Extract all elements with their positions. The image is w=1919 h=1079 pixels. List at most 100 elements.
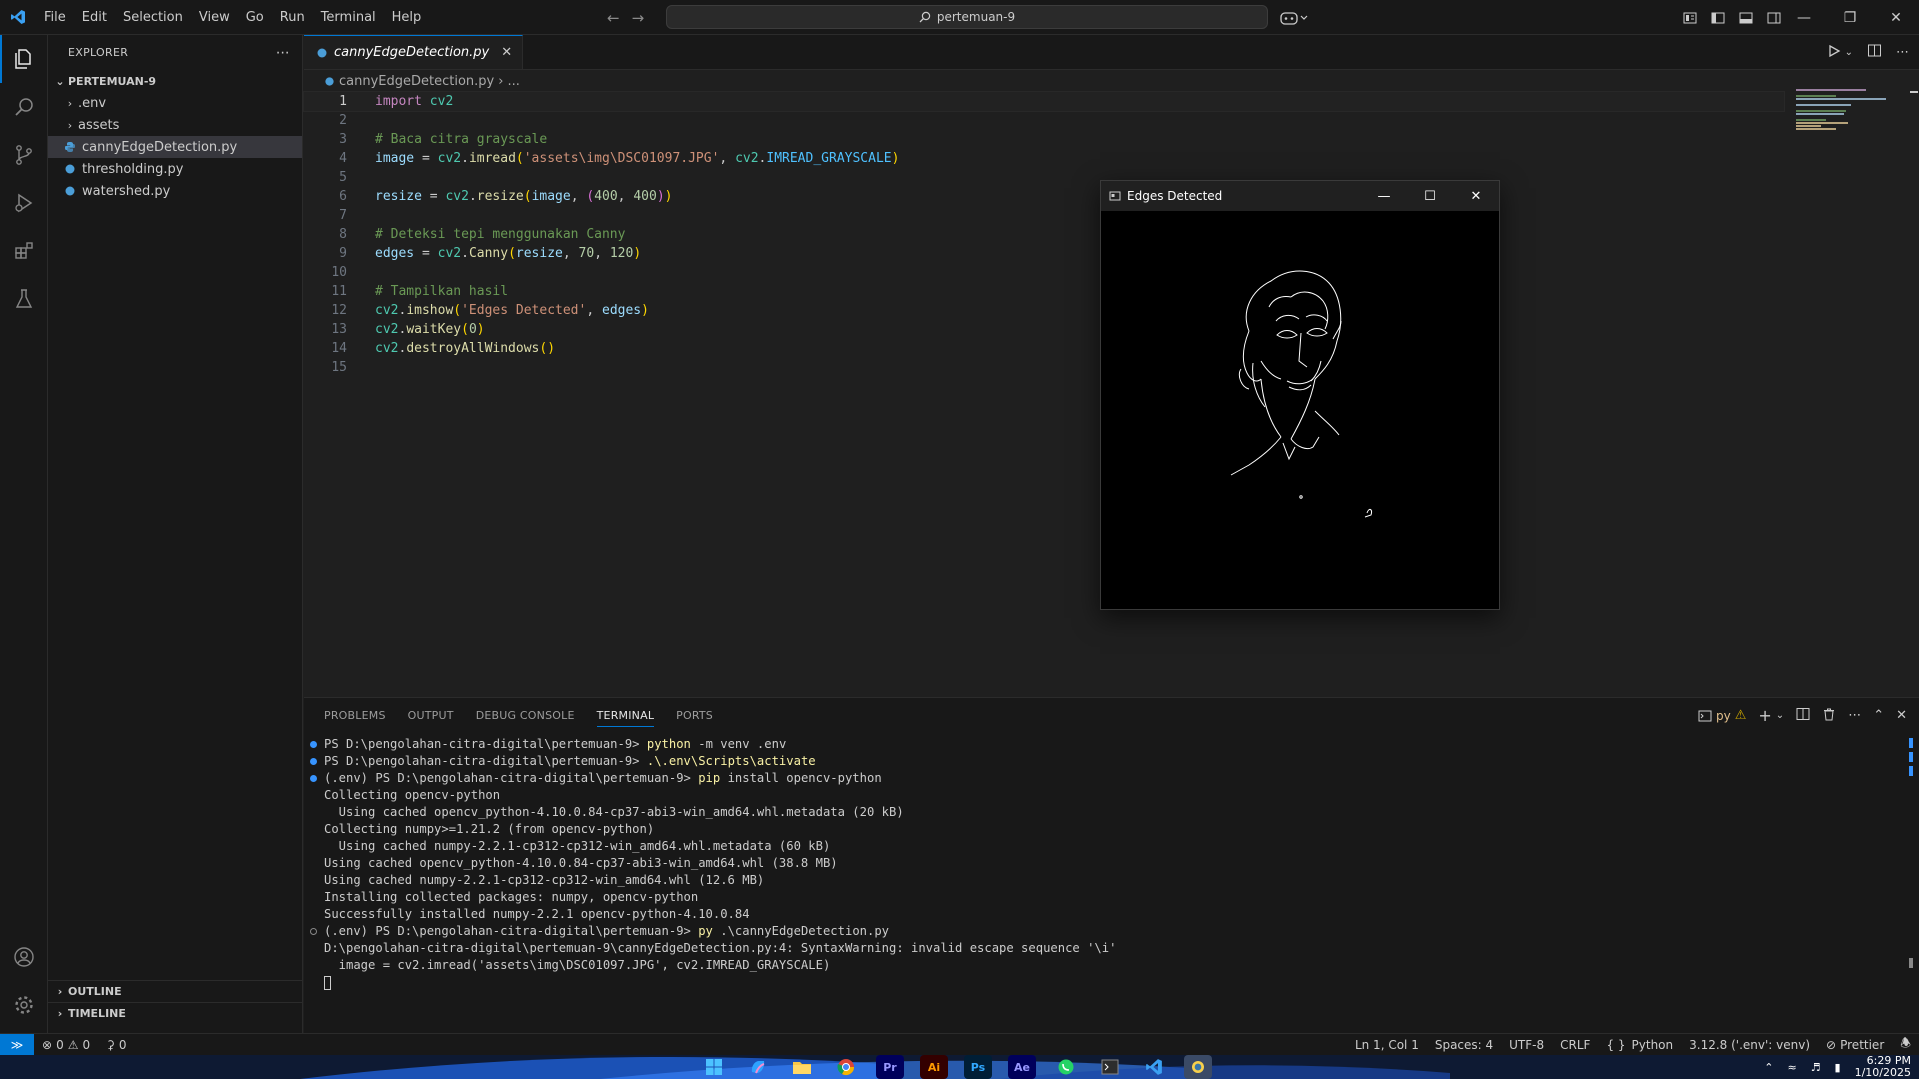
chrome-icon[interactable]	[832, 1055, 860, 1079]
new-terminal-icon[interactable]: +	[1758, 706, 1771, 725]
indentation[interactable]: Spaces: 4	[1435, 1038, 1493, 1052]
close-icon[interactable]: ✕	[1873, 0, 1919, 35]
timeline-section[interactable]: › TIMELINE	[48, 1002, 303, 1024]
problems-status[interactable]: ⊗ 0 ⚠ 0	[42, 1038, 90, 1052]
battery-icon[interactable]: ▮	[1835, 1061, 1841, 1074]
code-line: 4 image = cv2.imread('assets\img\DSC01097…	[304, 149, 1784, 168]
breadcrumb-file[interactable]: cannyEdgeDetection.py	[339, 74, 494, 89]
wifi-icon[interactable]: ≈	[1787, 1061, 1796, 1074]
encoding[interactable]: UTF-8	[1509, 1038, 1544, 1052]
source-control-icon[interactable]	[0, 131, 48, 179]
kill-terminal-trash-icon[interactable]	[1822, 707, 1836, 725]
tab-canny-edge-detection[interactable]: cannyEdgeDetection.py ✕	[304, 35, 524, 69]
more-actions-icon[interactable]: ⋯	[1848, 708, 1861, 723]
close-tab-icon[interactable]: ✕	[501, 45, 512, 60]
tab-debug-console[interactable]: DEBUG CONSOLE	[476, 698, 575, 733]
testing-flask-icon[interactable]	[0, 275, 48, 323]
minimap[interactable]	[1796, 35, 1906, 635]
outline-section[interactable]: › OUTLINE	[48, 980, 303, 1002]
terminal-app-icon[interactable]	[1096, 1055, 1124, 1079]
tree-item-thresholding[interactable]: thresholding.py	[48, 158, 302, 180]
tab-ports[interactable]: PORTS	[676, 698, 713, 733]
illustrator-icon[interactable]: Ai	[920, 1055, 948, 1079]
tab-output[interactable]: OUTPUT	[408, 698, 454, 733]
tree-item-env[interactable]: › .env	[48, 92, 302, 114]
toggle-primary-sidebar-icon[interactable]	[1710, 10, 1726, 26]
opencv-image-window[interactable]: Edges Detected — ☐ ✕	[1100, 180, 1500, 610]
terminal-args: -m venv .env	[690, 737, 787, 751]
whatsapp-icon[interactable]	[1052, 1055, 1080, 1079]
run-debug-icon[interactable]	[0, 179, 48, 227]
code-line: 10	[304, 263, 1784, 282]
ports-status[interactable]: ⚳ 0	[106, 1038, 126, 1052]
terminal-line: Collecting opencv-python	[304, 787, 1894, 804]
volume-icon[interactable]: ♬	[1811, 1061, 1821, 1074]
notifications-bell-icon[interactable]: 🕭	[1900, 1034, 1911, 1055]
close-panel-icon[interactable]: ✕	[1896, 708, 1907, 723]
after-effects-icon[interactable]: Ae	[1008, 1055, 1036, 1079]
toggle-panel-icon[interactable]	[1738, 10, 1754, 26]
explorer-icon[interactable]	[0, 35, 48, 83]
breadcrumb-symbol[interactable]: ...	[507, 74, 519, 89]
menu-edit[interactable]: Edit	[74, 0, 115, 35]
minimize-icon[interactable]: —	[1781, 0, 1827, 35]
editor-scrollbar[interactable]	[1906, 35, 1919, 635]
end-of-line[interactable]: CRLF	[1560, 1038, 1590, 1052]
system-clock[interactable]: 6:29 PM 1/10/2025	[1855, 1055, 1911, 1079]
tab-terminal[interactable]: TERMINAL	[596, 698, 655, 733]
premiere-pro-icon[interactable]: Pr	[876, 1055, 904, 1079]
search-icon[interactable]	[0, 83, 48, 131]
restore-icon[interactable]: ❐	[1827, 0, 1873, 35]
more-actions-icon[interactable]: ⋯	[276, 45, 290, 61]
error-count: 0	[56, 1037, 64, 1052]
remote-indicator-icon[interactable]: ≫	[0, 1033, 34, 1056]
terminal-dropdown-chevron-icon[interactable]: ⌄	[1776, 710, 1784, 721]
command-decoration-icon[interactable]	[310, 775, 317, 782]
back-arrow-icon[interactable]: ←	[607, 9, 620, 27]
maximize-icon[interactable]: ☐	[1407, 181, 1453, 211]
menu-run[interactable]: Run	[272, 0, 313, 35]
cursor-position[interactable]: Ln 1, Col 1	[1355, 1038, 1419, 1052]
command-decoration-icon[interactable]	[310, 741, 317, 748]
vscode-taskbar-icon[interactable]	[1140, 1055, 1168, 1079]
start-windows-icon[interactable]	[700, 1055, 728, 1079]
menu-selection[interactable]: Selection	[115, 0, 191, 35]
terminal-profile[interactable]: py ⚠	[1698, 708, 1746, 723]
code-line: 15	[304, 358, 1784, 377]
menu-file[interactable]: File	[36, 0, 74, 35]
python-taskbar-icon[interactable]	[1184, 1055, 1212, 1079]
terminal-output[interactable]: PS D:\pengolahan-citra-digital\pertemuan…	[304, 736, 1894, 991]
forward-arrow-icon[interactable]: →	[632, 9, 645, 27]
file-explorer-icon[interactable]	[788, 1055, 816, 1079]
accounts-icon[interactable]	[0, 933, 48, 981]
menu-terminal[interactable]: Terminal	[313, 0, 384, 35]
tree-item-assets[interactable]: › assets	[48, 114, 302, 136]
tree-item-canny[interactable]: cannyEdgeDetection.py	[48, 136, 302, 158]
menu-help[interactable]: Help	[384, 0, 430, 35]
minimize-icon[interactable]: —	[1361, 181, 1407, 211]
code-editor[interactable]: 1 import cv2 2 3 # Baca citra grayscale 4i…	[303, 91, 1785, 377]
command-center-search[interactable]: pertemuan-9	[666, 5, 1268, 29]
copilot-app-icon[interactable]	[744, 1055, 772, 1079]
extensions-icon[interactable]	[0, 227, 48, 275]
toggle-secondary-sidebar-icon[interactable]	[1766, 10, 1782, 26]
customize-layout-icon[interactable]	[1682, 10, 1698, 26]
command-decoration-icon[interactable]	[310, 928, 317, 935]
terminal-command: .\.env\Scripts\activate	[646, 754, 816, 768]
language-mode[interactable]: { } Python	[1606, 1038, 1673, 1052]
menu-view[interactable]: View	[191, 0, 238, 35]
maximize-panel-chevron-up-icon[interactable]: ⌃	[1873, 708, 1884, 723]
settings-gear-icon[interactable]	[0, 981, 48, 1029]
workspace-folder-header[interactable]: ⌄ PERTEMUAN-9	[48, 70, 302, 92]
copilot-icon[interactable]	[1280, 0, 1308, 35]
show-hidden-icons-chevron-icon[interactable]: ⌃	[1764, 1061, 1773, 1074]
python-interpreter[interactable]: 3.12.8 ('.env': venv)	[1689, 1038, 1810, 1052]
menu-go[interactable]: Go	[238, 0, 272, 35]
photoshop-icon[interactable]: Ps	[964, 1055, 992, 1079]
tab-problems[interactable]: PROBLEMS	[324, 698, 386, 733]
split-terminal-icon[interactable]	[1796, 707, 1810, 725]
command-decoration-icon[interactable]	[310, 758, 317, 765]
close-icon[interactable]: ✕	[1453, 181, 1499, 211]
prettier-status[interactable]: ⊘ Prettier	[1826, 1038, 1884, 1052]
tree-item-watershed[interactable]: watershed.py	[48, 180, 302, 202]
